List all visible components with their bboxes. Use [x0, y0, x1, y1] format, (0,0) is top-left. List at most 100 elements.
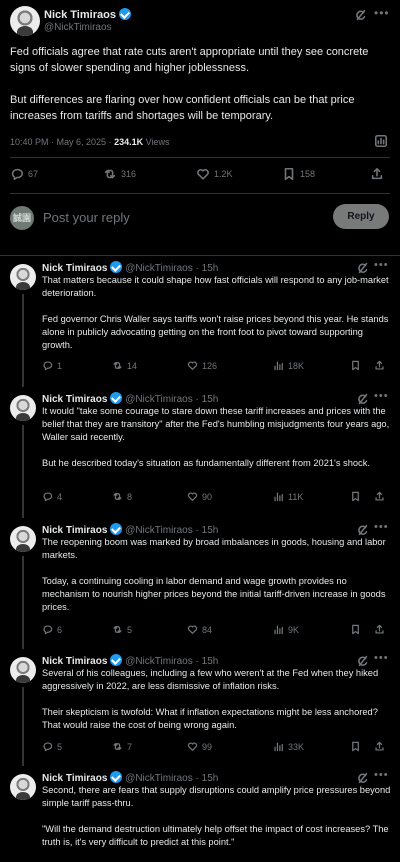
thread-reply[interactable]: Nick Timiraos @NickTimiraos · 15h ••• Se…: [0, 766, 400, 862]
tweet-text: Fed officials agree that rate cuts aren'…: [10, 46, 369, 122]
repost-icon: [112, 491, 123, 502]
divider: [10, 193, 390, 194]
bookmark-icon: [350, 491, 361, 502]
author-name[interactable]: Nick Timiraos: [42, 773, 107, 784]
avatar[interactable]: [10, 6, 40, 36]
thread-reply[interactable]: Nick Timiraos @NickTimiraos · 15h ••• Th…: [0, 518, 400, 649]
reply-count: 6: [57, 624, 63, 635]
more-icon[interactable]: •••: [374, 6, 390, 20]
user-avatar[interactable]: 誠園: [10, 206, 34, 230]
author-name[interactable]: Nick Timiraos: [42, 525, 107, 536]
like-button[interactable]: 90: [187, 491, 212, 502]
grok-icon[interactable]: [354, 8, 368, 22]
reply-button[interactable]: 6: [42, 624, 62, 635]
share-button[interactable]: [374, 741, 385, 752]
repost-button[interactable]: 14: [112, 360, 137, 371]
reply-button[interactable]: 5: [42, 741, 62, 752]
bookmark-button[interactable]: [350, 741, 361, 752]
reply-text: That matters because it could shape how …: [42, 275, 389, 350]
thread-reply[interactable]: Nick Timiraos @NickTimiraos · 15h ••• Th…: [0, 256, 400, 387]
repost-icon: [103, 167, 117, 181]
verified-badge-icon: [110, 654, 123, 666]
reply-submit-button[interactable]: Reply: [333, 204, 389, 229]
reply-actions: 6 5 84 9K: [42, 624, 394, 638]
repost-button[interactable]: 8: [112, 491, 132, 502]
avatar[interactable]: [10, 526, 36, 552]
author-name[interactable]: Nick Timiraos: [42, 394, 107, 405]
reply-count: 4: [57, 491, 63, 502]
bookmark-button[interactable]: [350, 624, 361, 635]
tweet-time[interactable]: 10:40 PM · May 6, 2025 ·: [10, 137, 114, 147]
share-button[interactable]: [374, 360, 385, 371]
reply-header: Nick Timiraos @NickTimiraos · 15h: [42, 654, 218, 667]
avatar[interactable]: [10, 657, 36, 683]
thread-reply[interactable]: Nick Timiraos @NickTimiraos · 15h ••• Se…: [0, 649, 400, 766]
view-count: 11K: [288, 491, 304, 502]
views-icon: [273, 624, 284, 635]
author-handle[interactable]: @NickTimiraos · 15h: [125, 656, 218, 667]
author-name[interactable]: Nick Timiraos: [42, 263, 107, 274]
reply-input[interactable]: Post your reply: [43, 210, 130, 225]
like-count: 90: [202, 491, 213, 502]
views-button[interactable]: 33K: [273, 741, 304, 752]
views-button[interactable]: 9K: [273, 624, 299, 635]
verified-badge-icon: [110, 261, 123, 273]
repost-button[interactable]: 7: [112, 741, 132, 752]
thread-line: [22, 425, 24, 518]
more-icon[interactable]: •••: [374, 259, 389, 271]
reply-count: 67: [28, 169, 39, 179]
like-count: 1.2K: [214, 169, 233, 179]
share-icon: [370, 167, 384, 181]
repost-button[interactable]: 316: [103, 167, 136, 181]
bookmark-button[interactable]: [350, 491, 361, 502]
more-icon[interactable]: •••: [374, 390, 389, 402]
reply-button[interactable]: 1: [42, 360, 62, 371]
repost-count: 14: [127, 360, 138, 371]
repost-icon: [112, 624, 123, 635]
author-name[interactable]: Nick Timiraos: [44, 8, 131, 21]
like-button[interactable]: 126: [187, 360, 217, 371]
author-handle[interactable]: @NickTimiraos · 15h: [125, 394, 218, 405]
author-handle[interactable]: @NickTimiraos · 15h: [125, 773, 218, 784]
avatar[interactable]: [10, 395, 36, 421]
reply-actions: 5 7 99 33K: [42, 741, 394, 755]
divider: [10, 157, 390, 158]
like-count: 126: [202, 360, 218, 371]
more-icon[interactable]: •••: [374, 769, 389, 781]
share-button[interactable]: [370, 167, 384, 181]
repost-button[interactable]: 5: [112, 624, 132, 635]
view-count: 9K: [288, 624, 300, 635]
repost-count: 7: [127, 741, 133, 752]
like-button[interactable]: 84: [187, 624, 212, 635]
share-button[interactable]: [374, 624, 385, 635]
post-analytics-icon[interactable]: [374, 134, 388, 148]
thread-reply[interactable]: Nick Timiraos @NickTimiraos · 15h ••• It…: [0, 387, 400, 518]
author-handle[interactable]: @NickTimiraos · 15h: [125, 525, 218, 536]
avatar[interactable]: [10, 774, 36, 800]
grok-icon[interactable]: [356, 771, 370, 785]
grok-icon[interactable]: [356, 523, 370, 537]
reply-header: Nick Timiraos @NickTimiraos · 15h: [42, 771, 218, 784]
reply-button[interactable]: 67: [10, 167, 38, 181]
reply-button[interactable]: 4: [42, 491, 62, 502]
repost-count: 8: [127, 491, 133, 502]
views-icon: [273, 360, 284, 371]
grok-icon[interactable]: [356, 654, 370, 668]
more-icon[interactable]: •••: [374, 652, 389, 664]
avatar[interactable]: [10, 264, 36, 290]
grok-icon[interactable]: [356, 261, 370, 275]
views-button[interactable]: 11K: [273, 491, 303, 502]
author-handle[interactable]: @NickTimiraos: [44, 22, 112, 33]
bookmark-button[interactable]: [350, 360, 361, 371]
bookmark-button[interactable]: 158: [282, 167, 315, 181]
share-button[interactable]: [374, 491, 385, 502]
like-button[interactable]: 1.2K: [196, 167, 233, 181]
author-name[interactable]: Nick Timiraos: [42, 656, 107, 667]
like-button[interactable]: 99: [187, 741, 212, 752]
view-count: 234.1K: [114, 137, 144, 147]
author-handle[interactable]: @NickTimiraos · 15h: [125, 263, 218, 274]
grok-icon[interactable]: [356, 392, 370, 406]
views-button[interactable]: 18K: [273, 360, 304, 371]
like-count: 99: [202, 741, 213, 752]
more-icon[interactable]: •••: [374, 521, 389, 533]
